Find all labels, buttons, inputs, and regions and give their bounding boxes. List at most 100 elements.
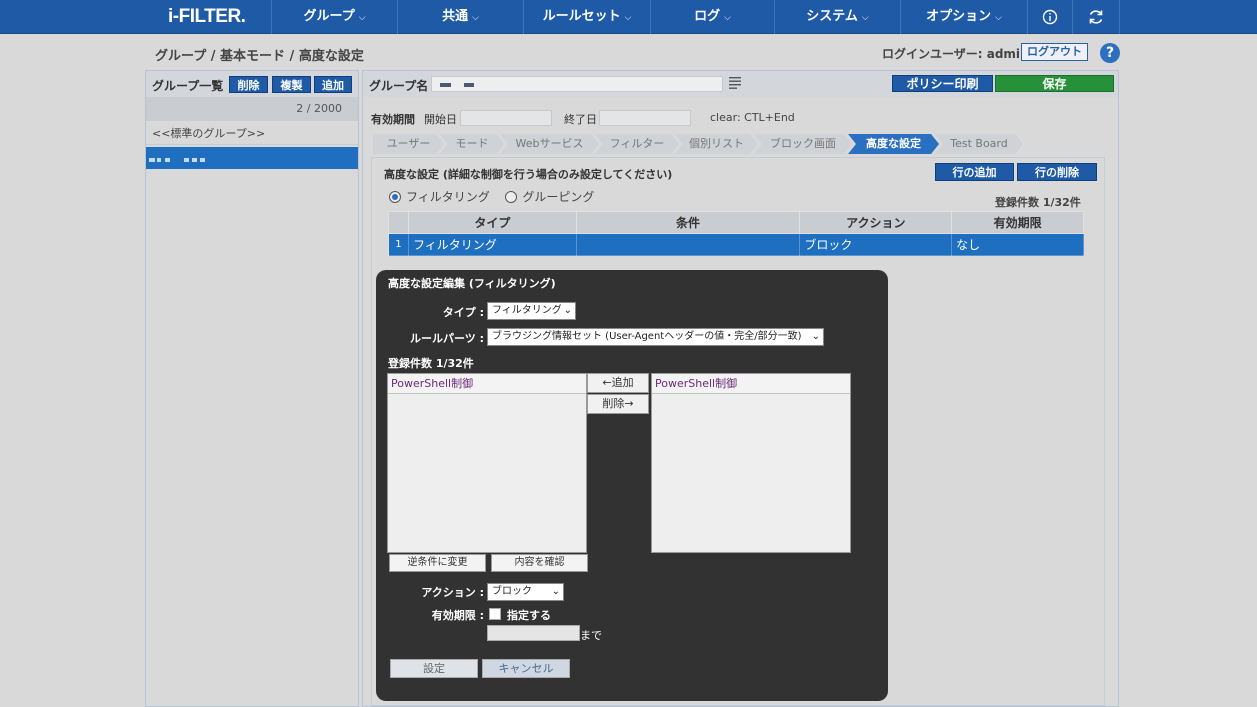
delete-group-button[interactable]: 削除 xyxy=(229,76,268,93)
nav-log[interactable]: ログ ⌵ xyxy=(650,0,774,34)
save-button[interactable]: 保存 xyxy=(995,75,1114,92)
list-item[interactable]: PowerShell制御 xyxy=(652,374,850,394)
row-type: フィルタリング xyxy=(407,233,577,256)
group-list-panel: グループ一覧 削除 複製 追加 2 / 2000 <<標準のグループ>> xyxy=(145,70,359,707)
nav-option-label: オプション xyxy=(926,9,992,24)
action-label: アクション : xyxy=(421,586,484,599)
chevron-down-icon: ⌵ xyxy=(472,13,479,23)
i-filter-logo[interactable]: i-FILTER. xyxy=(168,6,246,28)
nav-system[interactable]: システム ⌵ xyxy=(774,0,900,34)
type-select-value: フィルタリング xyxy=(492,305,562,316)
advanced-settings-title: 高度な設定 (詳細な制御を行う場合のみ設定してください) xyxy=(384,168,673,181)
logout-button[interactable]: ログアウト xyxy=(1021,43,1088,61)
end-date-field[interactable] xyxy=(599,110,691,126)
row-number: 1 xyxy=(388,233,409,256)
nav-log-label: ログ xyxy=(694,9,721,24)
rules-table: タイプ 条件 アクション 有効期限 1 フィルタリング ブロック なし xyxy=(388,211,1084,256)
column-header-expiry: 有効期限 xyxy=(951,211,1084,234)
radio-filtering[interactable] xyxy=(389,191,401,203)
radio-filtering-label: フィルタリング xyxy=(406,190,490,204)
tab-user[interactable]: ユーザー xyxy=(373,134,444,154)
refresh-icon[interactable] xyxy=(1072,0,1120,34)
mode-radio-group: フィルタリング グルーピング xyxy=(389,188,594,205)
radio-grouping[interactable] xyxy=(505,191,518,203)
clear-hint: clear: CTL+End xyxy=(710,111,795,124)
nav-ruleset-label: ルールセット xyxy=(542,9,621,24)
breadcrumb: グループ / 基本モード / 高度な設定 xyxy=(155,49,364,64)
dialog-title: 高度な設定編集 (フィルタリング) xyxy=(388,277,556,290)
chevron-down-icon: ⌄ xyxy=(563,305,572,316)
tab-mode[interactable]: モード xyxy=(440,134,504,154)
list-icon[interactable] xyxy=(728,76,742,94)
remove-part-button[interactable]: 削除→ xyxy=(587,394,649,414)
tab-test-board[interactable]: Test Board xyxy=(935,134,1023,154)
expiry-checkbox[interactable] xyxy=(489,608,501,620)
group-list-header: グループ一覧 削除 複製 追加 xyxy=(146,71,358,97)
table-row[interactable]: 1 フィルタリング ブロック なし xyxy=(388,233,1084,256)
chevron-down-icon: ⌵ xyxy=(861,13,869,23)
tab-advanced-settings[interactable]: 高度な設定 xyxy=(848,134,939,154)
top-navigation-bar: i-FILTER. グループ ⌵ 共通 ⌵ ルールセット ⌵ ログ ⌵ システム ⌵ オプ… xyxy=(0,0,1257,34)
row-action: ブロック xyxy=(799,233,953,256)
tab-block-screen[interactable]: ブロック画面 xyxy=(754,134,852,154)
group-name-label: グループ名 : xyxy=(369,79,438,93)
registration-count: 登録件数 1/32件 xyxy=(995,196,1081,209)
nav-group[interactable]: グループ ⌵ xyxy=(271,0,397,34)
cancel-button[interactable]: キャンセル xyxy=(482,659,570,678)
login-user-label: ログインユーザー: admin xyxy=(882,47,1029,61)
advanced-settings-edit-dialog: 高度な設定編集 (フィルタリング) タイプ : フィルタリング ⌄ ルールパーツ… xyxy=(376,270,888,701)
start-date-field[interactable] xyxy=(460,110,552,126)
expiry-date-field[interactable] xyxy=(487,625,580,641)
chevron-down-icon: ⌄ xyxy=(551,586,560,597)
group-name-field[interactable] xyxy=(431,76,723,92)
until-label: まで xyxy=(580,629,602,642)
group-list-title: グループ一覧 xyxy=(152,79,224,93)
type-label: タイプ : xyxy=(442,306,484,319)
add-row-button[interactable]: 行の追加 xyxy=(935,163,1014,181)
expiry-checkbox-label: 指定する xyxy=(507,609,551,622)
policy-print-button[interactable]: ポリシー印刷 xyxy=(892,75,993,92)
tab-individual-list[interactable]: 個別リスト xyxy=(675,134,758,154)
rule-parts-select[interactable]: ブラウジング情報セット (User-Agentヘッダーの値・完全/部分一致) ⌄ xyxy=(487,328,824,346)
help-icon[interactable]: ? xyxy=(1100,43,1120,63)
nav-common-label: 共通 xyxy=(442,9,469,24)
set-button[interactable]: 設定 xyxy=(390,659,478,678)
group-count: 2 / 2000 xyxy=(146,97,358,121)
confirm-content-button[interactable]: 内容を確認 xyxy=(491,554,588,572)
selected-group-item[interactable] xyxy=(146,147,358,169)
chevron-down-icon: ⌵ xyxy=(358,13,366,23)
nav-option[interactable]: オプション ⌵ xyxy=(900,0,1027,34)
nav-system-label: システム xyxy=(806,9,858,24)
dialog-registration-count: 登録件数 1/32件 xyxy=(388,357,474,370)
chevron-down-icon: ⌵ xyxy=(724,13,731,23)
nav-ruleset[interactable]: ルールセット ⌵ xyxy=(523,0,650,34)
tab-filter[interactable]: フィルター xyxy=(595,134,679,154)
standard-group-item[interactable]: <<標準のグループ>> xyxy=(146,123,358,145)
nav-common[interactable]: 共通 ⌵ xyxy=(397,0,523,34)
expiry-label: 有効期限 : xyxy=(431,609,484,622)
type-select[interactable]: フィルタリング ⌄ xyxy=(487,302,576,320)
column-header-action: アクション xyxy=(799,211,953,234)
group-settings-header: グループ名 : ポリシー印刷 保存 xyxy=(363,71,1118,97)
radio-grouping-label: グルーピング xyxy=(522,190,595,204)
available-parts-list[interactable]: PowerShell制御 xyxy=(651,373,851,553)
info-icon[interactable] xyxy=(1027,0,1072,34)
delete-row-button[interactable]: 行の削除 xyxy=(1017,163,1097,181)
column-header-condition: 条件 xyxy=(575,211,801,234)
list-item[interactable]: PowerShell制御 xyxy=(388,374,586,394)
rule-parts-select-value: ブラウジング情報セット (User-Agentヘッダーの値・完全/部分一致) xyxy=(492,331,802,342)
column-header-type: タイプ xyxy=(407,211,577,234)
period-label: 有効期間 xyxy=(371,113,415,126)
chevron-down-icon: ⌄ xyxy=(811,331,820,342)
row-condition xyxy=(575,233,801,256)
tab-web-service[interactable]: Webサービス xyxy=(500,134,599,154)
copy-group-button[interactable]: 複製 xyxy=(272,76,311,93)
column-header-number xyxy=(388,211,409,234)
add-part-button[interactable]: ←追加 xyxy=(587,373,649,393)
chevron-down-icon: ⌵ xyxy=(995,13,1002,23)
selected-parts-list[interactable]: PowerShell制御 xyxy=(387,373,587,553)
add-group-button[interactable]: 追加 xyxy=(314,76,352,93)
rule-parts-label: ルールパーツ : xyxy=(409,332,484,345)
invert-condition-button[interactable]: 逆条件に変更 xyxy=(389,554,486,572)
action-select[interactable]: ブロック ⌄ xyxy=(487,583,564,601)
